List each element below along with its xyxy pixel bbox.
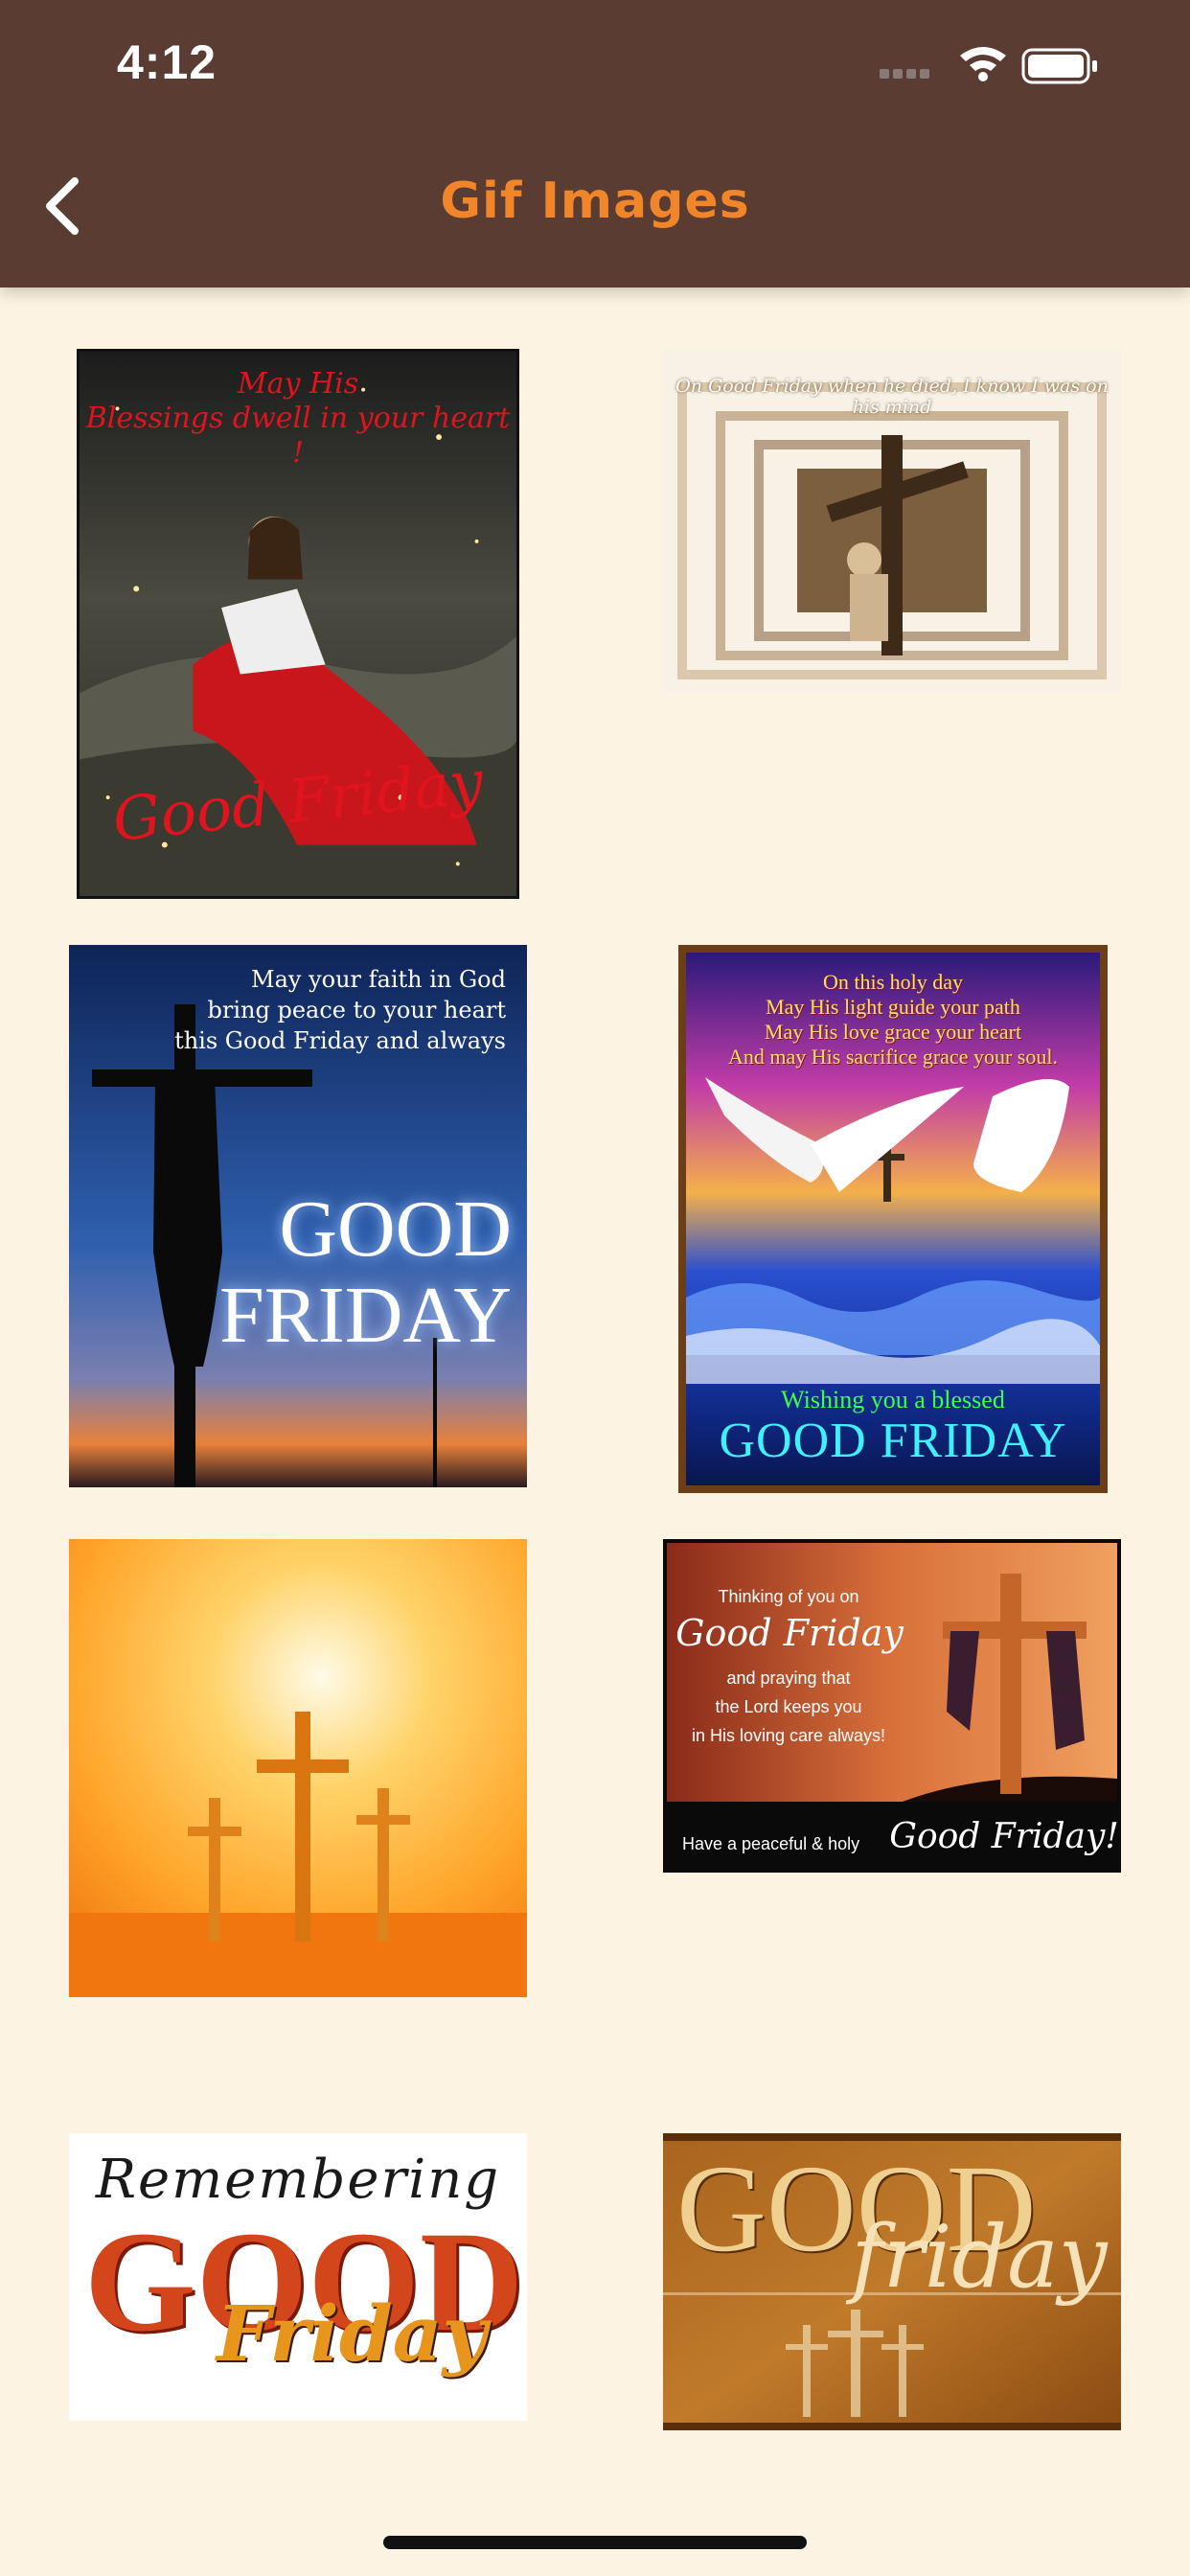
- gif-caption-top: Thinking of you on: [718, 1587, 859, 1606]
- gif-caption-top: On Good Friday when he died, I know I wa…: [675, 376, 1109, 418]
- navigation-header: 4:12 Gif Images: [0, 0, 1190, 288]
- status-time: 4:12: [117, 35, 217, 89]
- gif-caption-top: May His Blessings dwell in your heart !: [85, 367, 511, 470]
- gif-caption-top: On this holy day May His light guide you…: [728, 970, 1058, 1069]
- gif-item-doves-waves[interactable]: On this holy day May His light guide you…: [678, 945, 1108, 1493]
- gif-item-cross-cloth[interactable]: Thinking of you on Good Friday and prayi…: [663, 1539, 1121, 1873]
- cellular-signal-icon: [880, 69, 929, 79]
- gif-caption-script: friday: [851, 2207, 1108, 2308]
- page-title: Gif Images: [440, 172, 750, 230]
- home-indicator[interactable]: [383, 2536, 807, 2549]
- status-icons: [880, 44, 1129, 86]
- gif-item-remembering[interactable]: Remembering GOOD Friday: [69, 2133, 527, 2421]
- gif-caption-bottom: GOOD FRIDAY: [219, 1184, 512, 1360]
- gif-item-three-crosses[interactable]: [69, 1539, 527, 1997]
- gif-caption-script: Good Friday: [675, 1612, 904, 1654]
- gif-caption-bottom: Good Friday!: [889, 1817, 1119, 1856]
- gif-caption-body: and praying that the Lord keeps you in H…: [691, 1668, 886, 1745]
- wifi-icon: [960, 47, 1006, 81]
- gif-caption-script: Friday: [216, 2288, 488, 2379]
- gif-caption-small: Have a peaceful & holy: [682, 1834, 860, 1853]
- battery-icon: [1021, 48, 1097, 84]
- gif-item-good-friday-brown[interactable]: GOOD friday: [663, 2133, 1121, 2430]
- three-crosses-image: [69, 1539, 527, 1997]
- gif-caption-sub: Wishing you a blessed: [781, 1386, 1005, 1414]
- gif-caption-top: May your faith in God bring peace to you…: [174, 966, 506, 1054]
- gif-item-praying-jesus[interactable]: May His Blessings dwell in your heart ! …: [77, 349, 519, 899]
- gif-caption-bottom: GOOD FRIDAY: [719, 1414, 1067, 1468]
- gif-item-silhouette-cross[interactable]: May your faith in God bring peace to you…: [69, 945, 527, 1487]
- gif-item-sepia-crucifix[interactable]: On Good Friday when he died, I know I wa…: [663, 349, 1121, 692]
